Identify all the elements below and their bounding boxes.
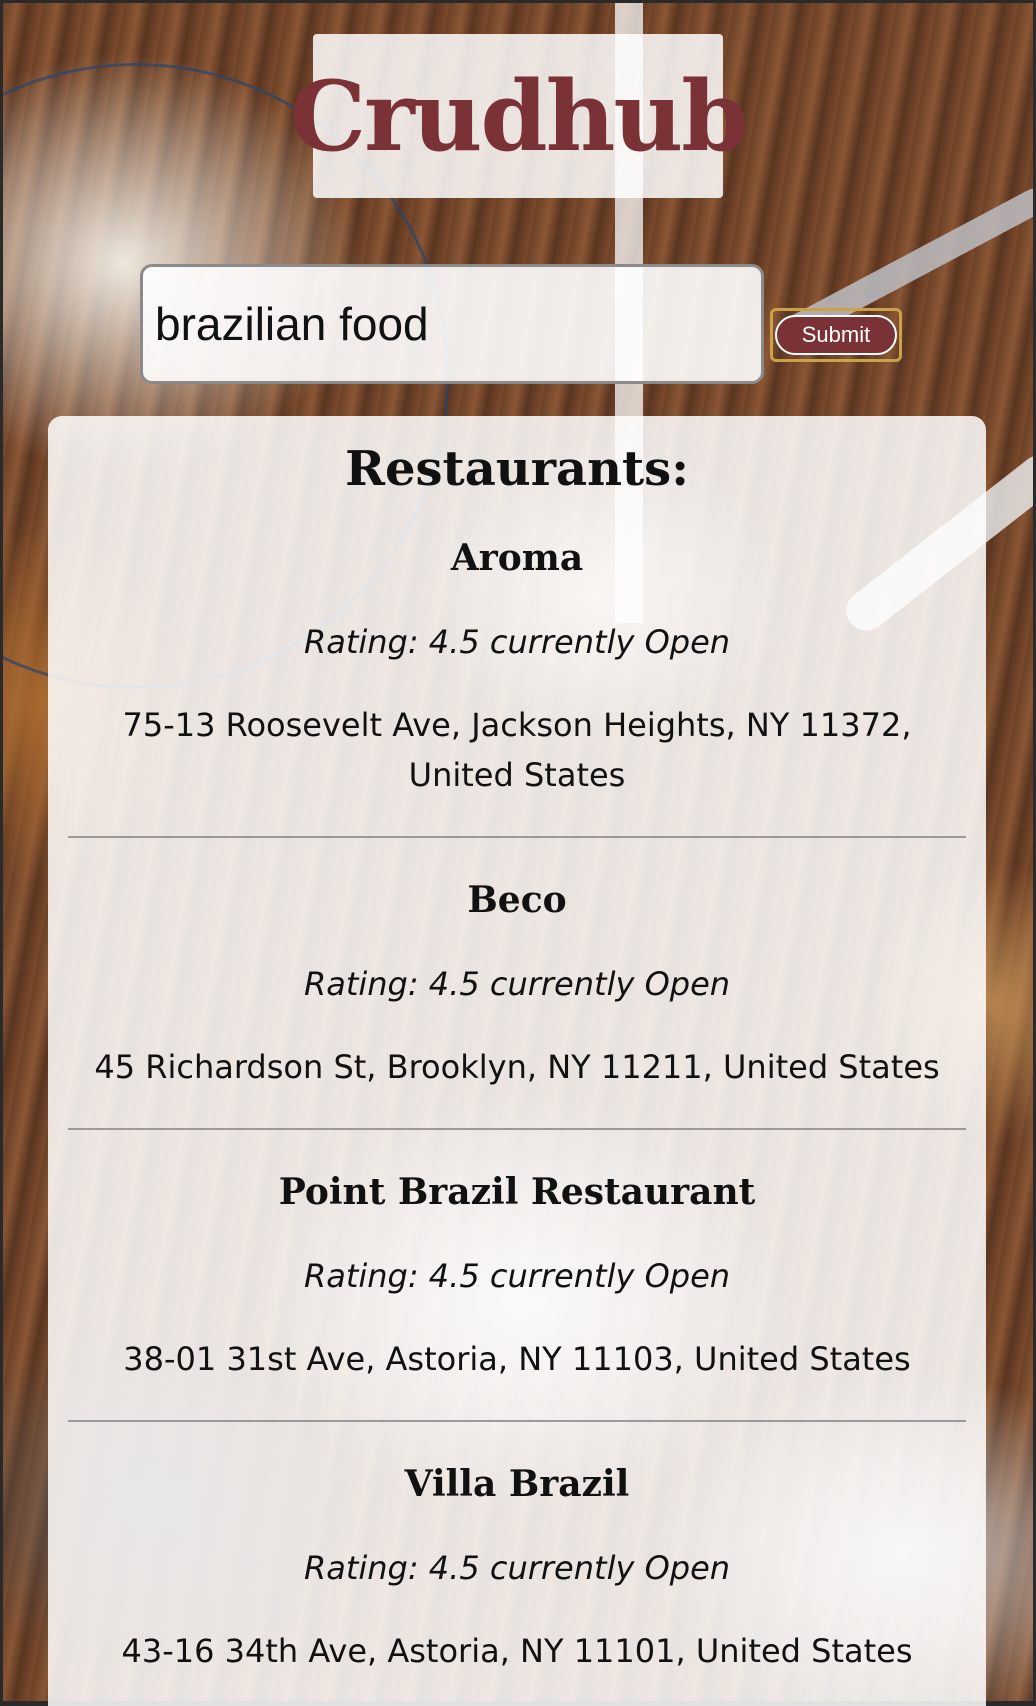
restaurant-address: 45 Richardson St, Brooklyn, NY 11211, Un… — [94, 1048, 940, 1086]
submit-button[interactable]: Submit — [775, 315, 897, 355]
restaurant-item: Point Brazil Restaurant Rating: 4.5 curr… — [68, 1128, 966, 1384]
results-panel: Restaurants: Aroma Rating: 4.5 currently… — [48, 416, 986, 1706]
submit-focus-ring: Submit — [770, 308, 902, 362]
restaurant-item: Villa Brazil Rating: 4.5 currently Open … — [68, 1420, 966, 1676]
results-heading: Restaurants: — [345, 441, 689, 497]
brand-title: Crudhub — [289, 59, 749, 173]
search-input[interactable] — [140, 264, 764, 384]
restaurant-name: Aroma — [450, 537, 584, 579]
brand-header: Crudhub — [290, 34, 748, 198]
restaurant-name: Point Brazil Restaurant — [278, 1171, 756, 1213]
restaurant-rating: Rating: 4.5 currently Open — [303, 1549, 731, 1587]
restaurant-rating: Rating: 4.5 currently Open — [303, 1257, 731, 1295]
restaurant-item: Beco Rating: 4.5 currently Open 45 Richa… — [68, 836, 966, 1092]
restaurant-item: Aroma Rating: 4.5 currently Open 75-13 R… — [48, 498, 986, 836]
restaurant-rating: Rating: 4.5 currently Open — [303, 623, 731, 661]
restaurant-address: 38-01 31st Ave, Astoria, NY 11103, Unite… — [123, 1340, 911, 1378]
restaurant-address: 43-16 34th Ave, Astoria, NY 11101, Unite… — [121, 1632, 913, 1670]
restaurant-address: 75-13 Roosevelt Ave, Jackson Heights, NY… — [122, 706, 912, 794]
restaurant-name: Villa Brazil — [404, 1463, 630, 1505]
restaurant-rating: Rating: 4.5 currently Open — [303, 965, 731, 1003]
restaurant-name: Beco — [467, 879, 567, 921]
